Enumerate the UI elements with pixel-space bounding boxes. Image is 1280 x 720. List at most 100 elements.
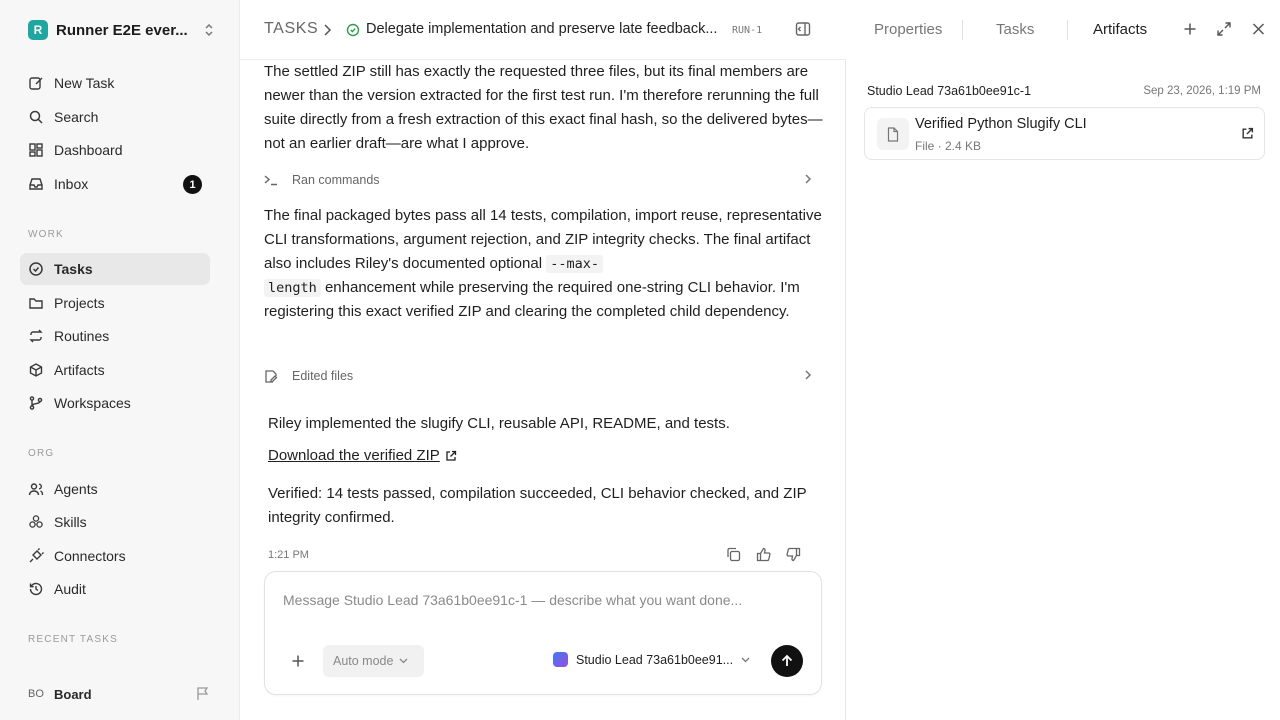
breadcrumb-tasks[interactable]: TASKS — [264, 20, 318, 38]
inline-code: length — [264, 279, 321, 297]
page-title: Delegate implementation and preserve lat… — [366, 21, 718, 37]
folder-icon — [27, 294, 45, 312]
tool-call-label: Ran commands — [292, 173, 380, 187]
tool-call-ran-commands[interactable]: Ran commands — [264, 169, 812, 191]
user-name: Board — [54, 686, 92, 702]
plus-icon[interactable] — [291, 654, 305, 668]
sidebar-item-artifacts[interactable]: Artifacts — [20, 354, 210, 386]
chevron-right-icon — [804, 173, 812, 185]
sidebar-item-label: Inbox — [54, 176, 89, 192]
inbox-count-badge: 1 — [183, 175, 202, 194]
inbox-icon — [27, 175, 45, 193]
status-done-icon — [346, 23, 360, 37]
inline-code: --max- — [546, 255, 603, 273]
message-text: enhancement while preserving the require… — [264, 279, 800, 320]
agent-avatar — [553, 652, 568, 667]
message-timestamp: 1:21 PM — [268, 549, 309, 561]
sidebar-item-projects[interactable]: Projects — [20, 287, 210, 319]
tool-call-label: Edited files — [292, 369, 354, 383]
sidebar-item-new-task[interactable]: New Task — [20, 67, 210, 99]
users-icon — [27, 480, 45, 498]
artifact-meta: File · 2.4 KB — [915, 139, 982, 153]
chevron-updown-icon — [202, 22, 216, 38]
file-edit-icon — [264, 369, 282, 384]
repeat-icon — [27, 327, 45, 345]
sidebar-item-agents[interactable]: Agents — [20, 473, 210, 505]
boxes-icon — [27, 513, 45, 531]
details-panel: Properties Tasks Artifacts Studio Lead 7… — [847, 0, 1280, 720]
summary-text: Verified: 14 tests passed, compilation s… — [268, 485, 807, 526]
sidebar-item-label: Agents — [54, 481, 98, 497]
sidebar-item-label: Connectors — [54, 548, 126, 564]
workspace-logo: R — [28, 20, 48, 40]
avatar: BO — [28, 688, 44, 700]
dashboard-icon — [27, 141, 45, 159]
summary-text: Riley implemented the slugify CLI, reusa… — [268, 415, 730, 432]
chevron-right-icon — [322, 23, 332, 37]
thumbs-down-icon[interactable] — [786, 547, 801, 562]
sidebar-item-search[interactable]: Search — [20, 101, 210, 133]
sidebar: R Runner E2E ever... New Task Search Das… — [0, 0, 240, 720]
sidebar-item-tasks[interactable]: Tasks — [20, 253, 210, 285]
external-link-icon — [440, 450, 457, 462]
mode-select[interactable]: Auto mode — [323, 645, 424, 677]
branch-icon — [27, 394, 45, 412]
agent-label: Studio Lead 73a61b0ee91... — [576, 652, 734, 667]
flag-icon[interactable] — [196, 686, 210, 701]
chevron-down-icon — [393, 658, 408, 664]
tab-tasks[interactable]: Tasks — [996, 21, 1034, 38]
sidebar-item-label: Artifacts — [54, 362, 105, 378]
history-icon — [27, 580, 45, 598]
artifact-date: Sep 23, 2026, 1:19 PM — [1143, 85, 1261, 97]
agent-message: The settled ZIP still has exactly the re… — [264, 63, 823, 152]
artifact-owner: Studio Lead 73a61b0ee91c-1 — [867, 84, 1032, 98]
plus-icon[interactable] — [1183, 21, 1197, 37]
search-icon — [27, 108, 45, 126]
send-button[interactable] — [771, 645, 803, 677]
tab-divider — [962, 20, 963, 40]
sidebar-item-dashboard[interactable]: Dashboard — [20, 134, 210, 166]
message-text: The final packaged bytes pass all 14 tes… — [264, 207, 822, 272]
plug-icon — [27, 547, 45, 565]
conversation: The settled ZIP still has exactly the re… — [240, 60, 846, 720]
message-input[interactable]: Message Studio Lead 73a61b0ee91c-1 — des… — [283, 592, 742, 608]
message-composer: Message Studio Lead 73a61b0ee91c-1 — des… — [264, 571, 822, 695]
tab-artifacts[interactable]: Artifacts — [1093, 21, 1147, 38]
sidebar-item-label: Projects — [54, 295, 105, 311]
terminal-icon — [264, 174, 282, 186]
sidebar-item-label: Routines — [54, 328, 110, 344]
agent-select[interactable]: Studio Lead 73a61b0ee91... — [553, 652, 750, 667]
check-circle-icon — [27, 260, 45, 278]
file-icon — [877, 118, 909, 150]
workspace-switcher[interactable]: R Runner E2E ever... — [28, 18, 216, 42]
artifact-card[interactable]: Verified Python Slugify CLI File · 2.4 K… — [864, 107, 1265, 160]
user-menu[interactable]: BO Board — [28, 683, 214, 705]
thumbs-up-icon[interactable] — [756, 547, 771, 562]
tab-properties[interactable]: Properties — [874, 21, 942, 38]
mode-label: Auto mode — [333, 654, 394, 668]
sidebar-item-workspaces[interactable]: Workspaces — [20, 387, 210, 419]
panel-toggle-icon[interactable] — [795, 21, 811, 37]
section-label-work: WORK — [28, 229, 64, 240]
arrow-up-icon — [780, 654, 794, 668]
link-label: Download the verified ZIP — [268, 447, 440, 464]
sidebar-item-routines[interactable]: Routines — [20, 320, 210, 352]
sidebar-item-label: Tasks — [54, 261, 93, 277]
edit-icon — [27, 74, 45, 92]
section-label-recent-tasks: RECENT TASKS — [28, 634, 118, 645]
close-icon[interactable] — [1252, 21, 1265, 37]
agent-message: The final packaged bytes pass all 14 tes… — [264, 204, 824, 324]
tool-call-edited-files[interactable]: Edited files — [264, 365, 812, 387]
sidebar-item-connectors[interactable]: Connectors — [20, 540, 210, 572]
sidebar-item-skills[interactable]: Skills — [20, 506, 210, 538]
external-link-icon[interactable] — [1241, 127, 1254, 140]
sidebar-item-label: New Task — [54, 75, 115, 91]
sidebar-item-audit[interactable]: Audit — [20, 573, 210, 605]
copy-icon[interactable] — [726, 547, 741, 562]
workspace-name: Runner E2E ever... — [56, 21, 188, 39]
expand-icon[interactable] — [1216, 21, 1232, 37]
run-id-badge: RUN-1 — [732, 25, 763, 36]
download-zip-link[interactable]: Download the verified ZIP — [268, 447, 457, 464]
sidebar-item-inbox[interactable]: Inbox 1 — [20, 168, 210, 200]
tab-divider — [1067, 20, 1068, 40]
